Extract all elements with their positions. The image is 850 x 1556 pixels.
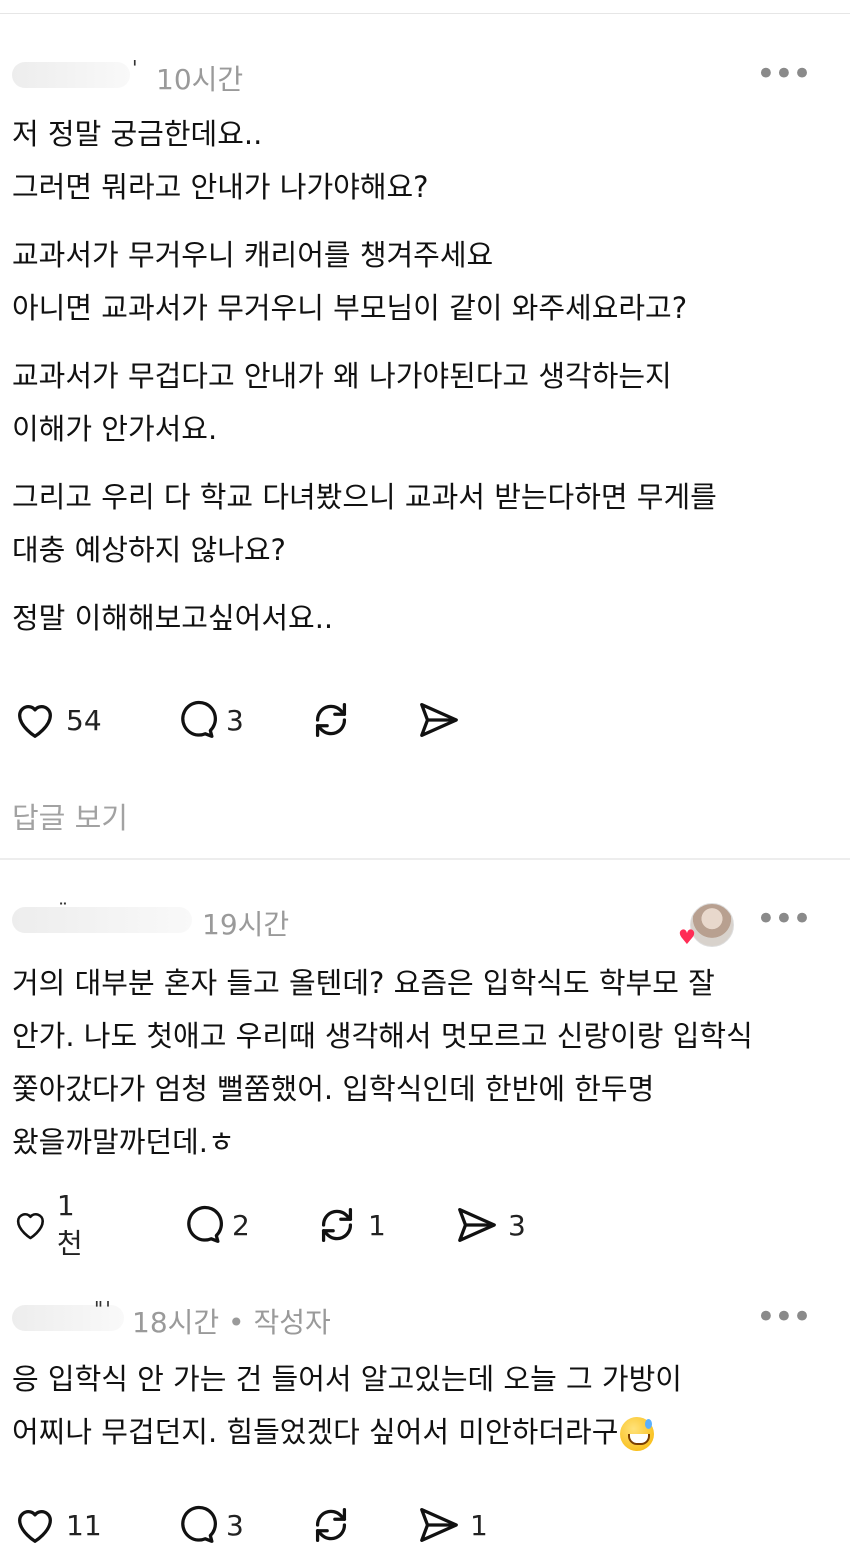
heart-icon (18, 1510, 52, 1543)
post-header: "' 18시간 • 작성자 ••• (0, 1295, 850, 1345)
comment-button[interactable]: 3 (172, 1500, 244, 1550)
repost-icon (315, 703, 347, 737)
comment-count: 3 (226, 1508, 244, 1542)
post-text-line: 저 정말 궁금한데요.. (12, 117, 263, 151)
heart-icon (18, 705, 52, 738)
username-redacted[interactable] (12, 907, 192, 933)
share-count: 1 (470, 1508, 488, 1542)
comment-button[interactable]: 2 (178, 1200, 250, 1250)
like-count: 1천 (56, 1188, 83, 1260)
post-header: ¨ 19시간 ♥ ••• (0, 895, 850, 949)
like-count: 11 (66, 1508, 102, 1542)
send-icon (420, 703, 458, 737)
heart-icon (16, 1213, 45, 1240)
post-text-line: 아니면 교과서가 무거우니 부모님이 같이 와주세요라고? (12, 291, 688, 325)
username-fragment: ' (132, 56, 140, 80)
repost-icon (321, 1208, 353, 1242)
share-button[interactable] (416, 695, 462, 745)
post-body: 저 정말 궁금한데요.. 그러면 뭐라고 안내가 나가야해요? 교과서가 무거우… (12, 108, 832, 645)
like-button[interactable]: 54 (12, 695, 102, 745)
comment-bubble-icon (181, 1505, 217, 1543)
more-icon[interactable]: ••• (756, 902, 812, 936)
send-icon (420, 1508, 458, 1542)
like-count: 54 (66, 703, 102, 737)
comment-count: 2 (232, 1208, 250, 1242)
repost-button[interactable]: 1 (314, 1200, 386, 1250)
repost-count: 1 (368, 1208, 386, 1242)
more-icon[interactable]: ••• (756, 57, 812, 91)
repost-button[interactable] (308, 1500, 354, 1550)
top-divider (0, 13, 850, 14)
post-text-line: 교과서가 무겁다고 안내가 왜 나가야된다고 생각하는지 (12, 359, 672, 393)
post-text-line: 정말 이해해보고싶어서요.. (12, 601, 334, 635)
comment-count: 3 (226, 703, 244, 737)
share-count: 3 (508, 1208, 526, 1242)
view-replies-link[interactable]: 답글 보기 (12, 795, 128, 837)
post-text-line: 어찌나 무겁던지. 힘들었겠다 싶어서 미안하더라구 (12, 1406, 832, 1459)
post-text-line: 거의 대부분 혼자 들고 올텐데? 요즘은 입학식도 학부모 잘 (12, 966, 715, 1000)
post-header: ' 10시간 ••• (0, 50, 850, 100)
post-divider (0, 858, 850, 860)
post-text-line: 응 입학식 안 가는 건 들어서 알고있는데 오늘 그 가방이 (12, 1362, 682, 1396)
username-fragment: "' (94, 1297, 113, 1321)
username-redacted[interactable] (12, 62, 130, 88)
post-time: 18시간 • 작성자 (132, 1306, 331, 1339)
post-text-line: 안가. 나도 첫애고 우리때 생각해서 멋모르고 신랑이랑 입학식 (12, 1019, 753, 1053)
repost-button[interactable] (308, 695, 354, 745)
send-icon (458, 1208, 496, 1242)
liked-by-author-heart-icon: ♥ (678, 925, 696, 949)
share-button[interactable]: 1 (416, 1500, 488, 1550)
post-body: 거의 대부분 혼자 들고 올텐데? 요즘은 입학식도 학부모 잘 안가. 나도 … (12, 957, 832, 1169)
more-icon[interactable]: ••• (756, 1300, 812, 1334)
post-text-line: 이해가 안가서요. (12, 412, 218, 446)
avatar[interactable] (690, 903, 734, 947)
grinning-sweat-emoji-icon (620, 1417, 655, 1451)
repost-icon (315, 1508, 347, 1542)
post-text-line: 그리고 우리 다 학교 다녀봤으니 교과서 받는다하면 무게를 (12, 480, 717, 514)
post-text-line: 교과서가 무거우니 캐리어를 챙겨주세요 (12, 238, 494, 272)
comment-bubble-icon (181, 700, 217, 738)
username-fragment: ¨ (58, 899, 70, 923)
share-button[interactable]: 3 (454, 1200, 526, 1250)
like-button[interactable]: 1천 (12, 1189, 92, 1260)
post-text-line: 그러면 뭐라고 안내가 나가야해요? (12, 170, 429, 204)
post-text: 어찌나 무겁던지. 힘들었겠다 싶어서 미안하더라구 (12, 1415, 619, 1449)
comment-bubble-icon (187, 1205, 223, 1243)
post-time: 10시간 (156, 63, 244, 96)
post-time: 19시간 (202, 908, 290, 941)
comment-button[interactable]: 3 (172, 695, 244, 745)
post-text-line: 쫓아갔다가 엄청 뻘쭘했어. 입학식인데 한반에 한두명 (12, 1072, 655, 1106)
post-text-line: 대충 예상하지 않나요? (12, 533, 286, 567)
like-button[interactable]: 11 (12, 1500, 102, 1550)
post-body: 응 입학식 안 가는 건 들어서 알고있는데 오늘 그 가방이 어찌나 무겁던지… (12, 1353, 832, 1459)
post-text-line: 왔을까말까던데.ㅎ (12, 1125, 235, 1159)
